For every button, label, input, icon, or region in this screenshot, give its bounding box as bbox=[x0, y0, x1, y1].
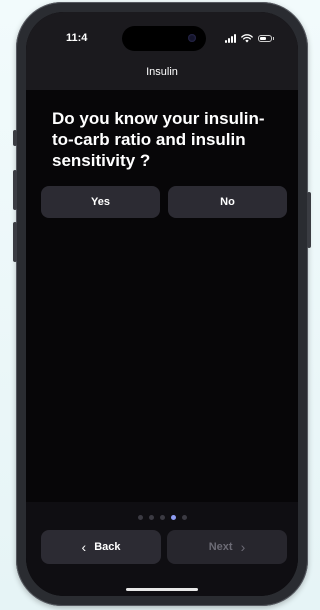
back-button[interactable]: ‹ Back bbox=[41, 530, 161, 564]
pagination-dot bbox=[148, 515, 154, 520]
page-title: Insulin bbox=[146, 66, 178, 78]
status-icons bbox=[225, 32, 274, 44]
chevron-right-icon: › bbox=[240, 539, 246, 555]
next-button[interactable]: Next › bbox=[167, 530, 287, 564]
pagination-dot bbox=[137, 515, 143, 520]
volume-down-button bbox=[13, 222, 17, 262]
navigation-buttons: ‹ Back Next › bbox=[41, 530, 287, 564]
power-button bbox=[307, 192, 311, 248]
camera-icon bbox=[188, 34, 196, 42]
status-time: 11:4 bbox=[66, 32, 88, 44]
battery-icon bbox=[258, 34, 274, 42]
screen: 11:4 Insulin Do you know your insulin-to… bbox=[26, 12, 298, 596]
pagination-dot bbox=[159, 515, 165, 520]
question-text: Do you know your insulin-to-carb ratio a… bbox=[52, 109, 265, 170]
pagination-dots bbox=[26, 515, 298, 520]
volume-up-button bbox=[13, 170, 17, 210]
phone-frame: 11:4 Insulin Do you know your insulin-to… bbox=[13, 2, 311, 606]
chevron-left-icon: ‹ bbox=[81, 539, 87, 555]
no-button[interactable]: No bbox=[168, 186, 287, 218]
answer-choices: Yes No bbox=[41, 186, 287, 218]
pagination-dot-active bbox=[170, 515, 176, 520]
header-background bbox=[26, 12, 298, 90]
pagination-dot bbox=[181, 515, 187, 520]
yes-button[interactable]: Yes bbox=[41, 186, 160, 218]
home-indicator bbox=[126, 588, 198, 591]
wifi-icon bbox=[241, 33, 253, 42]
next-label: Next bbox=[208, 541, 233, 553]
action-button bbox=[13, 130, 17, 146]
back-label: Back bbox=[94, 541, 121, 553]
dynamic-island bbox=[122, 26, 206, 51]
signal-icon bbox=[225, 33, 236, 43]
